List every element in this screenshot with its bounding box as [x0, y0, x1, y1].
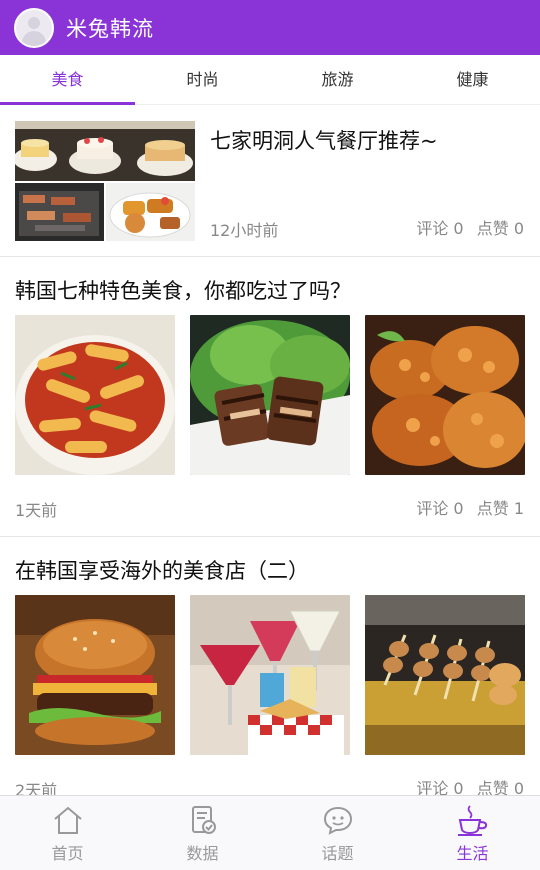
chat-icon: [323, 806, 352, 835]
article-time: 1天前: [15, 501, 58, 520]
nav-data[interactable]: 数据: [135, 796, 270, 870]
likes-label[interactable]: 点赞: [477, 219, 509, 238]
likes-count: 1: [513, 499, 524, 518]
bottom-navigation: 首页 数据 话题 生活: [0, 795, 540, 870]
article-thumbnail: [15, 121, 195, 241]
comments-count: 0: [453, 499, 464, 518]
burger-image[interactable]: [15, 595, 175, 755]
nav-life[interactable]: 生活: [405, 796, 540, 870]
likes-count: 0: [513, 779, 524, 795]
app-title: 米兔韩流: [66, 16, 154, 41]
comments-count: 0: [453, 779, 464, 795]
nav-topics-label: 话题: [321, 844, 354, 863]
tab-fashion[interactable]: 时尚: [135, 55, 270, 104]
likes-label[interactable]: 点赞: [477, 779, 509, 795]
article-stats: 评论 0 点赞 0: [416, 775, 524, 795]
comments-count: 0: [453, 219, 464, 238]
comments-label[interactable]: 评论: [416, 499, 448, 518]
comments-label[interactable]: 评论: [416, 219, 448, 238]
article-card[interactable]: 在韩国享受海外的美食店（二） 2天前 评论 0 点赞 0: [0, 537, 540, 795]
article-stats: 评论 0 点赞 0: [416, 215, 524, 239]
fried-chicken-image[interactable]: [365, 315, 525, 475]
comments-label[interactable]: 评论: [416, 779, 448, 795]
likes-label[interactable]: 点赞: [477, 499, 509, 518]
nav-home-label: 首页: [51, 844, 84, 863]
tab-health[interactable]: 健康: [405, 55, 540, 104]
article-title[interactable]: 七家明洞人气餐厅推荐~: [210, 125, 438, 155]
coffee-cup-icon: [457, 805, 487, 836]
article-thumbnails: [15, 595, 525, 755]
avatar[interactable]: [14, 7, 54, 48]
home-icon: [53, 806, 82, 834]
article-title[interactable]: 韩国七种特色美食，你都吃过了吗？: [15, 275, 351, 305]
nav-topics[interactable]: 话题: [270, 796, 405, 870]
article-title[interactable]: 在韩国享受海外的美食店（二）: [15, 555, 309, 585]
article-card[interactable]: 七家明洞人气餐厅推荐~ 12小时前 评论 0 点赞 0: [0, 105, 540, 257]
tab-food[interactable]: 美食: [0, 55, 135, 105]
nav-home[interactable]: 首页: [0, 796, 135, 870]
article-feed[interactable]: 七家明洞人气餐厅推荐~ 12小时前 评论 0 点赞 0 韩国七种特色美食，你都吃…: [0, 105, 540, 795]
tab-travel[interactable]: 旅游: [270, 55, 405, 104]
cocktails-image[interactable]: [190, 595, 350, 755]
app-header: 米兔韩流: [0, 0, 540, 55]
nav-life-label: 生活: [456, 844, 489, 863]
tteokbokki-image[interactable]: [15, 315, 175, 475]
article-card[interactable]: 韩国七种特色美食，你都吃过了吗？ 1天前 评论 0 点赞 1: [0, 257, 540, 537]
article-thumbnails: [15, 315, 525, 475]
likes-count: 0: [513, 219, 524, 238]
article-time: 12小时前: [210, 221, 279, 240]
nav-data-label: 数据: [186, 844, 219, 863]
article-time: 2天前: [15, 781, 58, 795]
skewers-image[interactable]: [365, 595, 525, 755]
category-tabs: 美食 时尚 旅游 健康: [0, 55, 540, 105]
article-stats: 评论 0 点赞 1: [416, 495, 524, 519]
grilled-pork-image[interactable]: [190, 315, 350, 475]
document-icon: [191, 806, 216, 834]
